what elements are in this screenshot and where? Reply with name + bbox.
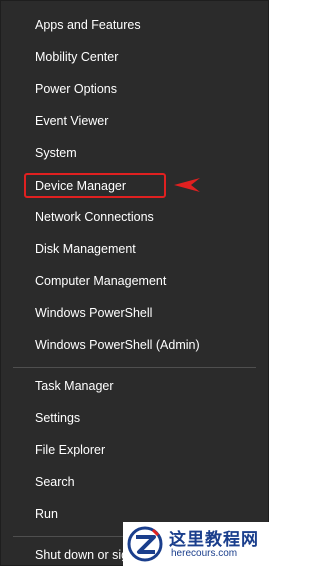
menu-item-run[interactable]: Run	[35, 503, 58, 525]
menu-item-network-connections[interactable]: Network Connections	[35, 206, 154, 228]
menu-item-disk-management[interactable]: Disk Management	[35, 238, 136, 260]
watermark: 这里教程网 herecours.com	[123, 522, 269, 566]
menu-item-search[interactable]: Search	[35, 471, 75, 493]
menu-item-settings[interactable]: Settings	[35, 407, 80, 429]
watermark-url: herecours.com	[171, 548, 238, 559]
watermark-logo-icon	[127, 526, 163, 562]
watermark-title: 这里教程网	[169, 530, 259, 550]
menu-item-windows-powershell[interactable]: Windows PowerShell	[35, 302, 152, 324]
menu-item-file-explorer[interactable]: File Explorer	[35, 439, 105, 461]
menu-item-task-manager[interactable]: Task Manager	[35, 375, 114, 397]
menu-item-event-viewer[interactable]: Event Viewer	[35, 110, 108, 132]
menu-divider	[13, 367, 256, 368]
red-pointer-arrow-icon	[174, 178, 200, 192]
menu-item-windows-powershell-admin[interactable]: Windows PowerShell (Admin)	[35, 334, 200, 356]
menu-item-apps-and-features[interactable]: Apps and Features	[35, 14, 141, 36]
menu-item-system[interactable]: System	[35, 142, 77, 164]
menu-item-mobility-center[interactable]: Mobility Center	[35, 46, 118, 68]
winx-context-menu: Apps and Features Mobility Center Power …	[0, 0, 269, 566]
menu-item-computer-management[interactable]: Computer Management	[35, 270, 166, 292]
device-manager-highlight-box	[24, 173, 166, 198]
menu-item-power-options[interactable]: Power Options	[35, 78, 117, 100]
